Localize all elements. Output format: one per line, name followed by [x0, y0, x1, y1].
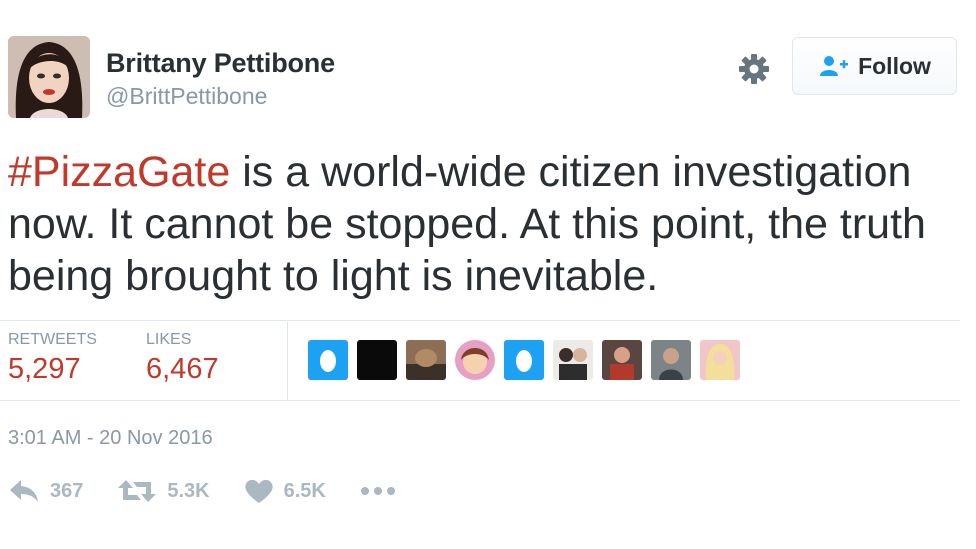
- hashtag-link[interactable]: #PizzaGate: [8, 148, 230, 196]
- liker-avatar[interactable]: [553, 340, 593, 380]
- retweet-icon: [118, 480, 157, 502]
- heart-icon: [244, 479, 273, 503]
- divider: [0, 320, 960, 321]
- liker-avatar[interactable]: [455, 340, 495, 380]
- liker-avatar[interactable]: [602, 340, 642, 380]
- gear-icon[interactable]: [737, 52, 771, 86]
- liker-avatar[interactable]: [651, 340, 691, 380]
- reply-count: 367: [50, 479, 84, 502]
- more-button[interactable]: [360, 486, 396, 496]
- retweets-label: RETWEETS: [8, 331, 97, 348]
- action-bar: 367 5.3K 6.5K: [8, 478, 430, 504]
- more-icon: [360, 487, 395, 495]
- tweet-text: #PizzaGate is a world-wide citizen inves…: [8, 146, 968, 302]
- follow-button[interactable]: Follow: [792, 37, 957, 95]
- retweet-count: 5.3K: [167, 479, 210, 502]
- add-user-icon: [820, 56, 849, 76]
- divider: [0, 400, 960, 401]
- likes-count: 6,467: [146, 353, 219, 385]
- retweets-stat[interactable]: RETWEETS 5,297: [8, 331, 97, 386]
- avatar[interactable]: [8, 36, 90, 118]
- liker-avatar[interactable]: [700, 340, 740, 380]
- stats-separator: [287, 322, 288, 400]
- likes-label: LIKES: [146, 331, 192, 348]
- retweet-button[interactable]: 5.3K: [117, 478, 210, 504]
- liker-avatar[interactable]: [357, 340, 397, 380]
- user-name[interactable]: Brittany Pettibone: [106, 48, 335, 79]
- user-handle[interactable]: @BrittPettibone: [106, 83, 267, 110]
- liker-avatar[interactable]: [406, 340, 446, 380]
- liker-avatar[interactable]: [308, 340, 348, 380]
- follow-button-label: Follow: [858, 52, 931, 79]
- timestamp[interactable]: 3:01 AM - 20 Nov 2016: [8, 427, 213, 450]
- retweets-count: 5,297: [8, 353, 81, 385]
- reply-button[interactable]: 367: [8, 478, 83, 504]
- liker-avatar[interactable]: [504, 340, 544, 380]
- likers-list: [308, 340, 740, 380]
- like-button[interactable]: 6.5K: [244, 478, 326, 504]
- reply-icon: [10, 480, 38, 502]
- like-count: 6.5K: [283, 479, 326, 502]
- likes-stat[interactable]: LIKES 6,467: [146, 331, 219, 386]
